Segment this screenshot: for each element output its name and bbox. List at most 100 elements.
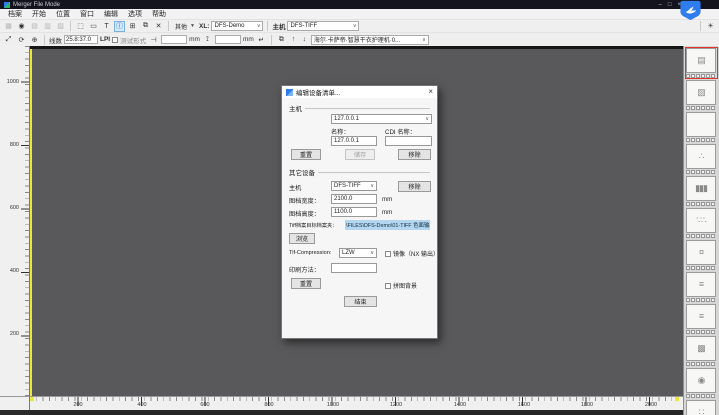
thumbnail-image: ▩ [697, 344, 705, 353]
job-thumbnail[interactable]: ▩ [686, 336, 717, 366]
offset-input[interactable] [215, 35, 241, 44]
reset-host-button[interactable]: 重置 [291, 149, 321, 160]
job-thumbnail[interactable]: ∴ [686, 144, 717, 174]
toolbar-icon[interactable]: ⓘ [114, 21, 125, 32]
xl-label: XL: [199, 23, 209, 30]
job-thumbnail[interactable]: ≡ [686, 272, 717, 302]
test-mode-label: 测试形式 [120, 35, 146, 45]
brightness-icon[interactable]: ☀ [705, 21, 716, 32]
minimize-button[interactable]: – [659, 2, 662, 8]
toolbar-icon[interactable]: ⧉ [140, 21, 151, 32]
menu-item[interactable]: 选项 [123, 9, 147, 19]
toolbar-icon[interactable]: ⤢ [3, 34, 14, 45]
device-host-select[interactable]: DFS-TIFF∨ [331, 181, 377, 191]
job-select[interactable]: 海尔·卡萨帝·智慧干衣护理机·0...∨ [311, 35, 429, 45]
job-thumbnail[interactable]: ▮▮▮ [686, 176, 717, 206]
thumbnail-image: ∵∴ [696, 216, 705, 225]
job-thumbnail[interactable]: ¤ [686, 240, 717, 270]
job-thumbnail[interactable]: ∵∴ [686, 208, 717, 238]
toolbar-icon[interactable]: ◉ [16, 21, 27, 32]
plate-marker-left [30, 397, 34, 401]
duplicate-icon[interactable]: ⧉ [276, 34, 287, 45]
vertical-ruler: 1000800600400200 [0, 46, 30, 396]
maximize-button[interactable]: □ [668, 2, 672, 8]
menu-bar: 档案开始位置窗口编辑选项帮助 [0, 9, 719, 20]
chevron-down-icon: ∨ [425, 116, 429, 122]
job-thumbnail[interactable]: ≡ [686, 304, 717, 334]
apply-icon[interactable]: ↵ [256, 34, 267, 45]
tiff-folder-path[interactable]: \FILES\DFS-Demo\01-TIFF 色面输出文件\ [345, 220, 430, 230]
toolbar-icon[interactable]: ▦ [3, 21, 14, 32]
dialog-titlebar[interactable]: 编辑设备清单... × [282, 86, 437, 98]
thumbnail-image: ◉ [698, 376, 705, 385]
separation-chips [686, 266, 717, 270]
mirror-checkbox[interactable]: 镜像（NX 输出） [385, 249, 439, 258]
checkbox-box[interactable] [385, 283, 391, 289]
chevron-down-icon: ∨ [257, 23, 261, 29]
job-thumbnail[interactable]: ▧ [686, 80, 717, 110]
width-unit-label: mm [382, 196, 392, 203]
image-width-input[interactable]: 2100.0 [331, 194, 377, 204]
xl-select[interactable]: DFS-Demo∨ [211, 21, 263, 31]
ruler-label: 1000 [327, 402, 339, 408]
toolbar-icon[interactable]: ✕ [153, 21, 164, 32]
toolbar-icon[interactable]: ⊞ [127, 21, 138, 32]
thumbnail-image: ▤ [697, 56, 705, 65]
chevron-down-icon: ∨ [353, 23, 357, 29]
width-input[interactable] [161, 35, 187, 44]
toolbar-icon[interactable]: ⊕ [29, 34, 40, 45]
dialog-close-icon[interactable]: × [428, 88, 433, 96]
width-gauge-icon: ⊣ [148, 34, 159, 45]
plate-left-edge [30, 49, 32, 396]
screen-ruling-input[interactable]: 25.8:37.0 [64, 35, 98, 44]
image-height-input[interactable]: 1100.0 [331, 207, 377, 217]
toolbar-icon[interactable]: ▤ [29, 21, 40, 32]
window-title: Merger File Mode [13, 2, 60, 8]
tiff-folder-label: Tiff档案目标档案夹： [289, 222, 337, 229]
toolbar-icon[interactable]: ⟳ [16, 34, 27, 45]
checkbox-box[interactable] [385, 251, 391, 257]
menu-item[interactable]: 档案 [3, 9, 27, 19]
toolbar-icon[interactable]: T [101, 21, 112, 32]
toolbar-icon[interactable]: ▨ [55, 21, 66, 32]
remove-host-button[interactable]: 移除 [398, 149, 431, 160]
image-height-label: 图档高度： [289, 209, 320, 218]
host-select[interactable]: DFS-TIFF∨ [287, 21, 359, 31]
tif-compression-select[interactable]: LZW∨ [339, 248, 377, 258]
browse-button[interactable]: 浏览 [289, 233, 315, 244]
separation-chips [686, 170, 717, 174]
job-thumbnail[interactable]: ◉ [686, 368, 717, 398]
move-up-icon[interactable]: ↑ [289, 36, 298, 43]
thumbnail-image: ≡ [699, 312, 703, 321]
jobs-panel: ▤ ▧ ∴ ▮▮▮ ∵∴ ¤ ≡ [683, 46, 719, 415]
reset-device-button[interactable]: 重置 [291, 278, 321, 289]
job-thumbnail[interactable]: ▤ [686, 48, 717, 78]
job-thumbnail[interactable]: ∷ [686, 400, 717, 415]
ruler-label: 800 [264, 402, 273, 408]
menu-item[interactable]: 位置 [51, 9, 75, 19]
ruler-label: 200 [10, 331, 19, 337]
job-thumbnail[interactable] [686, 112, 717, 142]
host-ip-select[interactable]: 127.0.0.1∨ [331, 114, 432, 124]
name-input[interactable]: 127.0.0.1 [331, 136, 377, 146]
menu-item[interactable]: 编辑 [99, 9, 123, 19]
background-checkbox[interactable]: 拼图背景 [385, 281, 417, 290]
menu-item[interactable]: 开始 [27, 9, 51, 19]
menu-item[interactable]: 窗口 [75, 9, 99, 19]
toolbar-icon[interactable]: ▭ [88, 21, 99, 32]
menu-item[interactable]: 帮助 [147, 9, 171, 19]
toolbar-icon[interactable]: ▥ [42, 21, 53, 32]
cdi-name-input[interactable] [385, 136, 432, 146]
finish-button[interactable]: 结束 [344, 296, 377, 307]
save-button[interactable]: 储存 [345, 149, 375, 160]
print-method-input[interactable] [331, 263, 377, 273]
device-host-label: 主机 [289, 183, 301, 192]
print-method-label: 印刷方法： [289, 265, 320, 274]
test-mode-checkbox[interactable] [112, 37, 118, 43]
separation-chips [686, 74, 717, 78]
toolbar-icon[interactable]: ⬚ [75, 21, 86, 32]
other-dropdown[interactable]: 其他▼ [173, 21, 197, 31]
remove-device-button[interactable]: 移除 [398, 181, 431, 192]
move-down-icon[interactable]: ↓ [300, 36, 309, 43]
security-shield-icon[interactable] [679, 0, 702, 21]
